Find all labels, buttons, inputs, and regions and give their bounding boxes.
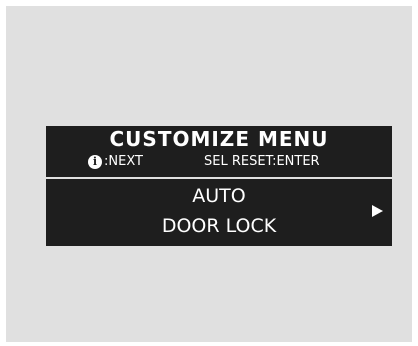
next-hint: i :NEXT — [88, 153, 143, 171]
info-icon: i — [88, 155, 102, 169]
menu-display: CUSTOMIZE MENU i :NEXT SEL RESET:ENTER A… — [46, 126, 392, 246]
reset-hint-text: SEL RESET:ENTER — [204, 154, 320, 169]
background-panel: CUSTOMIZE MENU i :NEXT SEL RESET:ENTER A… — [6, 6, 412, 342]
menu-item-line-1[interactable]: AUTO — [46, 184, 392, 208]
divider — [46, 177, 392, 179]
menu-title: CUSTOMIZE MENU — [109, 127, 329, 151]
menu-item-line-2[interactable]: DOOR LOCK — [46, 214, 392, 238]
right-triangle-icon[interactable] — [372, 205, 383, 217]
hint-row: i :NEXT SEL RESET:ENTER — [46, 153, 392, 171]
next-hint-text: :NEXT — [104, 154, 143, 169]
